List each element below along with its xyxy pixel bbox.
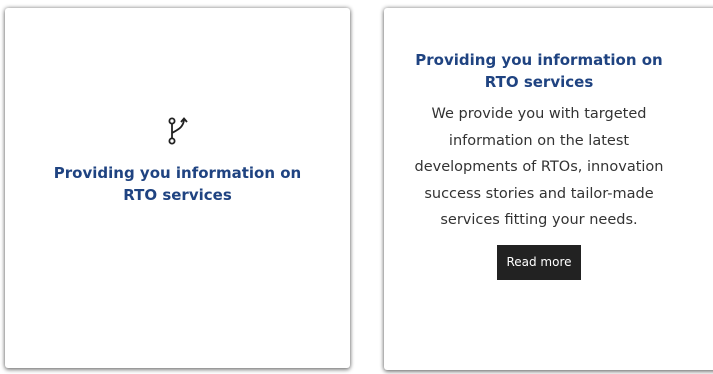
service-card-front[interactable]: Providing you information on RTO service…	[5, 8, 350, 368]
fork-branch-icon	[166, 116, 190, 146]
description-line: services fitting your needs.	[440, 212, 638, 228]
front-card-content: Providing you information on RTO service…	[5, 116, 350, 206]
description-line: We provide you with targeted	[431, 106, 647, 122]
front-title-line-1: Providing you information on	[53, 164, 302, 182]
front-card-title: Providing you information on RTO service…	[33, 162, 323, 206]
service-card-back: Providing you information on RTO service…	[384, 8, 713, 370]
back-title-line-2: RTO services	[484, 73, 594, 91]
description-line: developments of RTOs, innovation	[414, 159, 664, 175]
description-line: information on the latest	[448, 132, 630, 149]
read-more-button[interactable]: Read more	[497, 244, 581, 280]
back-card-title: Providing you information on RTO service…	[389, 49, 689, 93]
back-title-line-1: Providing you information on	[415, 51, 663, 69]
back-card-content: Providing you information on RTO service…	[384, 49, 694, 280]
front-title-line-2: RTO services	[123, 186, 232, 204]
description-line: success stories and tailor-made	[424, 185, 654, 202]
service-cards: Providing you information on RTO service…	[0, 0, 713, 374]
back-card-description: We provide you with targeted information…	[384, 101, 694, 234]
